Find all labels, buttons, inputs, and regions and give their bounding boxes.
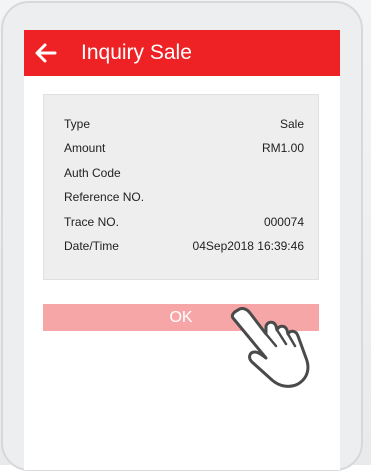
detail-row-type: Type Sale [64,117,304,133]
page-title: Inquiry Sale [81,41,192,64]
detail-label: Auth Code [64,166,121,180]
detail-label: Trace NO. [64,215,119,229]
detail-label: Amount [64,141,106,155]
detail-value: 000074 [263,215,304,229]
back-arrow-icon[interactable] [34,41,58,65]
detail-value: 04Sep2018 16:39:46 [192,239,304,253]
app-screen: Inquiry Sale Type Sale Amount RM1.00 Aut… [24,30,340,470]
detail-row-amount: Amount RM1.00 [64,141,304,157]
detail-value: RM1.00 [261,141,304,155]
detail-label: Type [64,117,91,131]
detail-row-auth-code: Auth Code [64,166,304,182]
transaction-details-card: Type Sale Amount RM1.00 Auth Code Refere… [43,94,319,280]
detail-value: Sale [279,117,304,131]
detail-row-reference-no: Reference NO. [64,190,304,206]
title-bar: Inquiry Sale [24,30,340,76]
detail-label: Date/Time [64,239,119,253]
detail-row-date-time: Date/Time 04Sep2018 16:39:46 [64,239,304,255]
device-frame: Inquiry Sale Type Sale Amount RM1.00 Aut… [0,0,371,471]
detail-label: Reference NO. [64,190,145,204]
detail-row-trace-no: Trace NO. 000074 [64,215,304,231]
tap-hand-icon [228,306,320,388]
